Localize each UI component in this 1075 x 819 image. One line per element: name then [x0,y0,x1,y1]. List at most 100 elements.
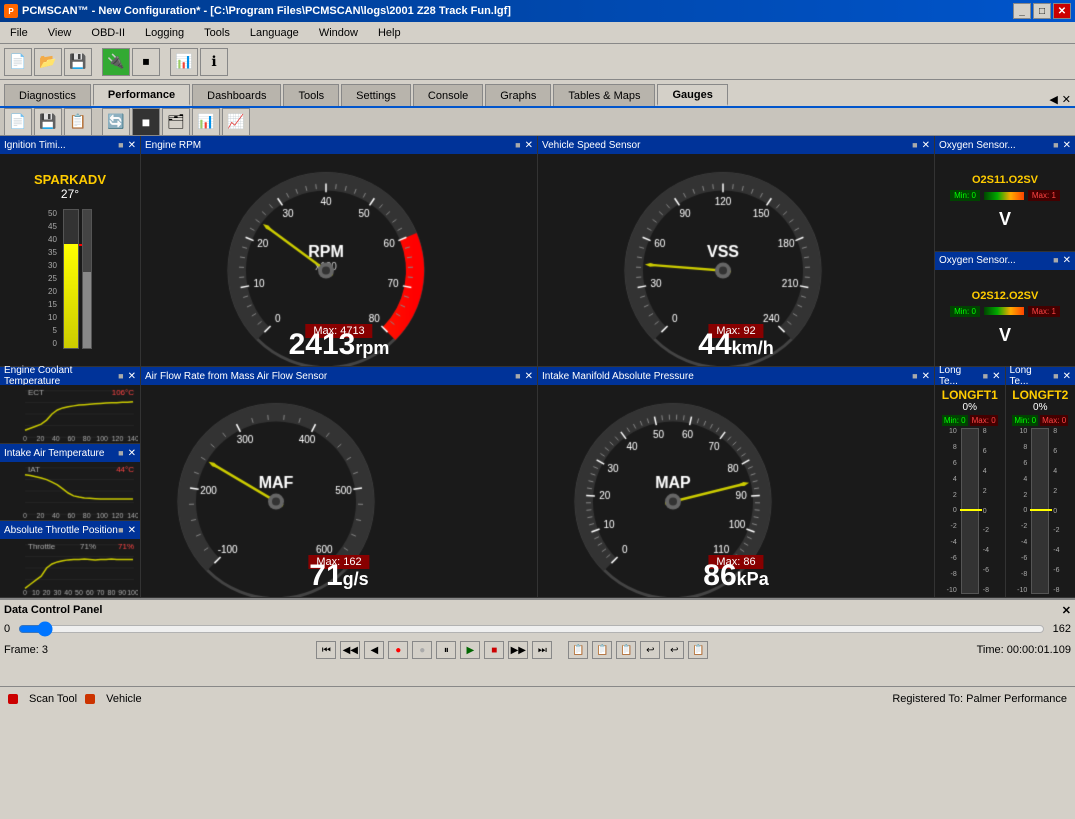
tab-console[interactable]: Console [413,84,483,106]
o2s11-close-btn[interactable]: ✕ [1063,140,1071,151]
tb2-btn8[interactable]: 📈 [222,108,250,136]
undo-btn2[interactable]: ↩ [664,641,684,659]
connect-button[interactable]: 🔌 [102,48,130,76]
rpm-close-btn[interactable]: ✕ [525,140,533,151]
copy-btn2[interactable]: 📋 [592,641,612,659]
scantool-dot [8,694,18,704]
stop-btn[interactable]: ■ [484,641,504,659]
tab-gauges[interactable]: Gauges [657,84,727,106]
throttle-close-btn[interactable]: ✕ [128,525,136,536]
menu-tools[interactable]: Tools [198,25,236,41]
o2s11-unit: V [999,209,1011,230]
longft1-title: Long Te... [939,365,983,387]
tb2-btn7[interactable]: 📊 [192,108,220,136]
tab-graphs[interactable]: Graphs [485,84,551,106]
dashboard-button[interactable]: 📊 [170,48,198,76]
ect-panel: Engine Coolant Temperature ■ ✕ [0,367,140,443]
window-controls: _ □ ✕ [1013,3,1071,19]
frame-info: Frame: 3 [4,644,48,656]
vss-close-btn[interactable]: ✕ [922,140,930,151]
rpm-min-btn[interactable]: ■ [515,140,520,151]
rewind-btn[interactable]: ◀ [364,641,384,659]
tab-performance[interactable]: Performance [93,84,190,106]
maf-close-btn[interactable]: ✕ [525,371,533,382]
dcp-slider[interactable] [18,621,1045,637]
o2s11-min-btn[interactable]: ■ [1053,140,1058,151]
close-button[interactable]: ✕ [1053,3,1071,19]
record-btn2[interactable]: ● [412,641,432,659]
throttle-min-btn[interactable]: ■ [118,525,123,536]
open-button[interactable]: 📂 [34,48,62,76]
dcp-range-min: 0 [4,623,10,635]
menu-window[interactable]: Window [313,25,364,41]
ffwd-btn[interactable]: ▶▶ [508,641,528,659]
status-left: Scan Tool Vehicle [8,693,142,705]
tb2-btn4[interactable]: 🔄 [102,108,130,136]
maf-header: Air Flow Rate from Mass Air Flow Sensor … [141,367,537,385]
misc-btn[interactable]: 📋 [688,641,708,659]
skip-end-btn[interactable]: ⏭ [532,641,552,659]
vss-panel: Vehicle Speed Sensor ■ ✕ Max: 92 44km/h [538,136,934,366]
tab-settings[interactable]: Settings [341,84,411,106]
longft1-close-btn[interactable]: ✕ [992,371,1000,382]
spark-content: SPARKADV 27° 5045403530 2520151050 [0,154,140,366]
spark-close-btn[interactable]: ✕ [128,140,136,151]
spark-title: Ignition Timi... [4,140,66,151]
rewind-fast-btn[interactable]: ◀◀ [340,641,360,659]
spark-deg: 27° [61,187,79,201]
vss-min-btn[interactable]: ■ [912,140,917,151]
tab-scroll-left[interactable]: ◀ [1049,93,1057,106]
menu-language[interactable]: Language [244,25,305,41]
maf-min-btn[interactable]: ■ [515,371,520,382]
tab-diagnostics[interactable]: Diagnostics [4,84,91,106]
throttle-title: Absolute Throttle Position [4,525,118,536]
maf-panel: Air Flow Rate from Mass Air Flow Sensor … [141,367,537,597]
iat-min-btn[interactable]: ■ [118,448,123,459]
minimize-button[interactable]: _ [1013,3,1031,19]
save-button[interactable]: 💾 [64,48,92,76]
menu-obd2[interactable]: OBD-II [85,25,131,41]
tab-dashboards[interactable]: Dashboards [192,84,281,106]
info-button[interactable]: ℹ [200,48,228,76]
longft1-min-btn[interactable]: ■ [983,371,988,382]
menu-logging[interactable]: Logging [139,25,190,41]
tb2-btn6[interactable]: 🗂 [162,108,190,136]
dcp-title: Data Control Panel [4,604,102,617]
iat-close-btn[interactable]: ✕ [128,448,136,459]
left-column: Engine Coolant Temperature ■ ✕ Intake Ai… [0,367,140,597]
record-btn1[interactable]: ● [388,641,408,659]
new-button[interactable]: 📄 [4,48,32,76]
longft1-bar-marker [960,509,982,511]
app-icon: P [4,4,18,18]
spark-min-btn[interactable]: ■ [118,140,123,151]
dcp-close-btn[interactable]: ✕ [1062,604,1071,617]
spark-scale: 5045403530 2520151050 [48,209,57,349]
maximize-button[interactable]: □ [1033,3,1051,19]
copy-btn3[interactable]: 📋 [616,641,636,659]
play-btn[interactable]: ▶ [460,641,480,659]
ect-close-btn[interactable]: ✕ [128,371,136,382]
tb2-btn5[interactable]: ■ [132,108,160,136]
tb2-btn3[interactable]: 📋 [64,108,92,136]
menu-file[interactable]: File [4,25,34,41]
pause-btn[interactable]: ⏸ [436,641,456,659]
tb2-btn1[interactable]: 📄 [4,108,32,136]
ect-min-btn[interactable]: ■ [118,371,123,382]
skip-start-btn[interactable]: ⏮ [316,641,336,659]
longft2-min-btn[interactable]: ■ [1053,371,1058,382]
iat-graph [0,462,140,520]
undo-btn1[interactable]: ↩ [640,641,660,659]
tab-close-icon[interactable]: ✕ [1062,93,1071,106]
menu-help[interactable]: Help [372,25,407,41]
map-close-btn[interactable]: ✕ [922,371,930,382]
copy-btn1[interactable]: 📋 [568,641,588,659]
longft2-close-btn[interactable]: ✕ [1063,371,1071,382]
o2s12-close-btn[interactable]: ✕ [1063,255,1071,266]
o2s12-min-btn[interactable]: ■ [1053,255,1058,266]
tab-tools[interactable]: Tools [283,84,339,106]
tab-tables-maps[interactable]: Tables & Maps [553,84,655,106]
menu-view[interactable]: View [42,25,78,41]
disconnect-button[interactable]: ⏹ [132,48,160,76]
map-min-btn[interactable]: ■ [912,371,917,382]
tb2-btn2[interactable]: 💾 [34,108,62,136]
